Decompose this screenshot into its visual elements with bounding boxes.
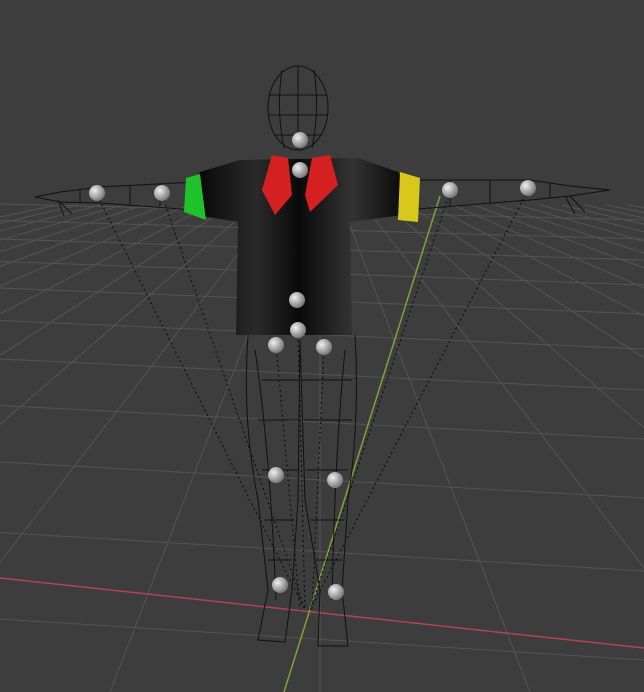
grid-line	[627, 204, 644, 209]
joint-sphere[interactable]	[154, 185, 170, 201]
joint-sphere[interactable]	[289, 292, 305, 308]
joint-sphere[interactable]	[290, 322, 306, 338]
grid-line	[539, 204, 644, 233]
character-wireframe	[34, 65, 611, 647]
grid-line	[583, 204, 644, 219]
joint-sphere[interactable]	[327, 472, 343, 488]
joint-sphere[interactable]	[442, 182, 458, 198]
grid-line	[0, 405, 644, 440]
grid-line	[605, 204, 644, 214]
grid-line	[0, 618, 644, 661]
viewport-canvas[interactable]	[0, 0, 644, 692]
joint-sphere[interactable]	[292, 132, 308, 148]
grid-line	[0, 204, 145, 253]
grid-line	[0, 461, 644, 499]
grid-line	[0, 204, 189, 287]
grid-line	[0, 204, 79, 224]
grid-line	[0, 358, 644, 391]
left-leg-mesh	[245, 334, 301, 643]
x-axis-line	[0, 577, 644, 649]
grid-line	[517, 204, 644, 242]
right-sleeve-cuff	[398, 172, 420, 222]
grid-line	[451, 204, 644, 289]
joint-sphere[interactable]	[520, 180, 536, 196]
grid-line	[363, 204, 644, 569]
grid-line	[0, 204, 211, 315]
joint-sphere[interactable]	[292, 162, 308, 178]
joint-sphere[interactable]	[268, 467, 284, 483]
grid-line	[0, 204, 167, 267]
grid-line	[561, 204, 644, 225]
grid-line	[0, 204, 255, 425]
joint-sphere[interactable]	[89, 185, 105, 201]
shirt-mesh	[184, 155, 420, 335]
grid-line	[0, 532, 644, 572]
grid-line	[0, 204, 233, 356]
3d-viewport[interactable]	[0, 0, 644, 692]
joint-sphere[interactable]	[272, 577, 288, 593]
grid-line	[0, 204, 101, 232]
joint-sphere[interactable]	[316, 339, 332, 355]
joint-sphere[interactable]	[268, 337, 284, 353]
grid-line	[473, 204, 644, 269]
grid-line	[0, 204, 57, 218]
grid-line	[385, 204, 644, 429]
joint-sphere[interactable]	[328, 584, 344, 600]
